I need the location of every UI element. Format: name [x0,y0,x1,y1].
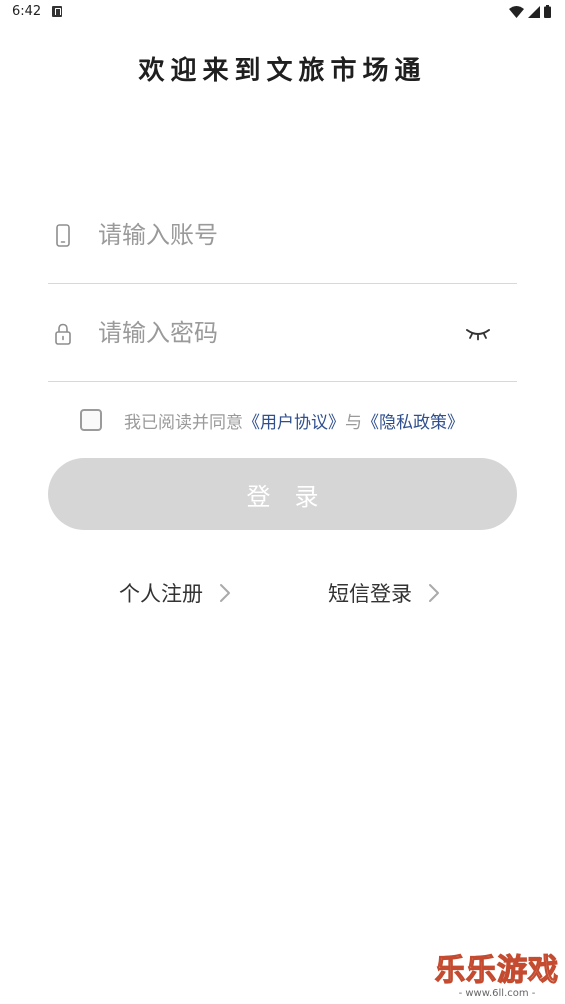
watermark-title: 乐乐游戏 [434,953,559,988]
chevron-right-icon [429,584,439,602]
phone-icon [56,224,70,247]
agreement-connector: 与 [345,412,362,433]
status-time: 6:42 [12,4,42,19]
chevron-right-icon [220,584,230,602]
status-bar: 6:42 [0,0,565,24]
wifi-icon [509,5,524,18]
agreement-prefix: 我已阅读并同意 [124,412,243,433]
signal-icon [528,5,540,18]
privacy-policy-link[interactable]: 《隐私政策》 [362,408,464,433]
agreement-row: 我已阅读并同意 《用户协议》 与 《隐私政策》 [80,408,464,433]
account-input[interactable] [98,215,458,255]
watermark-url: - www.6ll.com - [458,988,536,999]
sms-login-link[interactable]: 短信登录 [328,578,440,608]
account-field-row [48,187,517,284]
eye-closed-icon[interactable] [464,323,492,343]
notification-icon [52,6,62,17]
login-button[interactable]: 登录 [48,458,517,530]
user-agreement-link[interactable]: 《用户协议》 [243,408,345,433]
lock-icon [55,323,71,345]
status-icons [509,5,551,18]
password-input[interactable] [98,313,458,353]
page-title: 欢迎来到文旅市场通 [138,56,427,86]
sms-login-label: 短信登录 [328,582,412,606]
register-link[interactable]: 个人注册 [119,578,231,608]
battery-icon [544,5,551,18]
password-field-row [48,285,517,382]
agreement-checkbox[interactable] [80,409,102,431]
register-label: 个人注册 [119,582,203,606]
watermark-logo: 乐乐游戏 - www.6ll.com - [434,953,559,1000]
